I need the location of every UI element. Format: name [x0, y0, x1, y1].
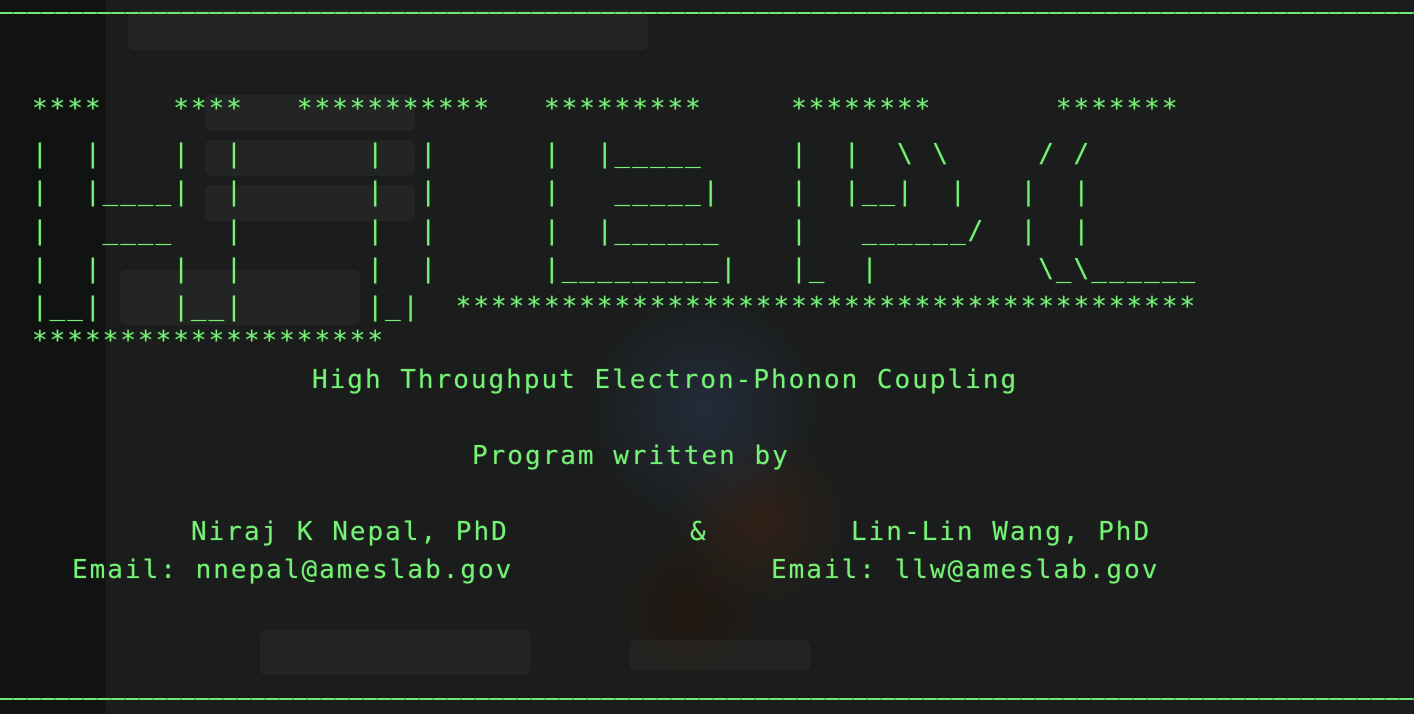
author-right-name: Lin-Lin Wang, PhD [851, 517, 1152, 547]
banner-line-3: | |____| | | | | _____| | |__| | | | [32, 177, 1092, 207]
program-subtitle: High Throughput Electron-Phonon Coupling [312, 365, 1019, 395]
bottom-dashed-rule [0, 698, 1414, 700]
banner-line-1: **** **** *********** ********* ********… [32, 94, 1180, 124]
author-ampersand: & [690, 517, 708, 547]
banner-line-7: ******************** [32, 326, 386, 356]
author-left-name: Niraj K Nepal, PhD [191, 517, 509, 547]
author-right-email: Email: llw@ameslab.gov [771, 555, 1160, 585]
terminal-window: **** **** *********** ********* ********… [0, 0, 1414, 714]
written-by-label: Program written by [472, 441, 790, 471]
banner-line-6: |__| |__| |_| **************************… [32, 292, 1198, 322]
top-dashed-rule [0, 12, 1414, 14]
banner-line-5: | | | | | | |_________| |_ | \_\______ [32, 254, 1198, 284]
banner-line-4: | ____ | | | | |______ | ______/ | | [32, 216, 1092, 246]
author-left-email: Email: nnepal@ameslab.gov [72, 555, 514, 585]
banner-line-2: | | | | | | | |_____ | | \ \ / / [32, 139, 1092, 169]
